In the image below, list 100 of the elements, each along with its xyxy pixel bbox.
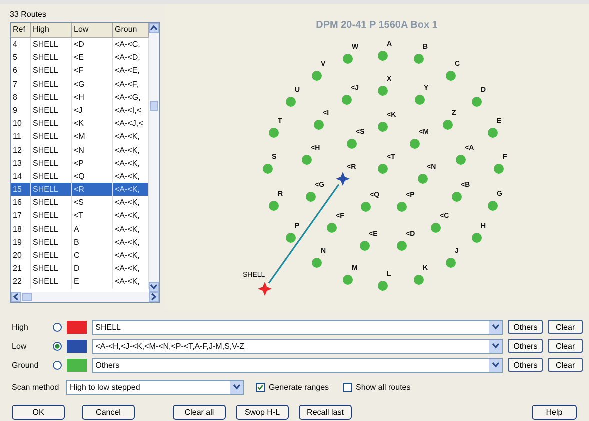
- color-swatch[interactable]: [66, 358, 87, 372]
- radio-button[interactable]: [52, 342, 62, 350]
- caret-icon: [150, 25, 158, 31]
- pin-dot[interactable]: [414, 275, 424, 285]
- pin-marker[interactable]: [257, 281, 273, 297]
- pin-dot[interactable]: [378, 164, 388, 174]
- pin-select-dropdown[interactable]: Others: [92, 358, 504, 372]
- table-cell: <M: [72, 130, 113, 144]
- scan-method-dropdown[interactable]: High to low stepped: [66, 380, 244, 394]
- pin-dot[interactable]: [306, 192, 316, 202]
- pin-dot[interactable]: [446, 258, 456, 268]
- pin-dot[interactable]: [286, 97, 296, 107]
- dropdown-value: Others: [94, 360, 121, 370]
- scroll-thumb[interactable]: [22, 293, 32, 301]
- table-cell: B: [72, 236, 113, 249]
- table-cell: <J: [72, 104, 113, 118]
- pin-dot[interactable]: [378, 51, 388, 61]
- pin-dot[interactable]: [343, 54, 353, 64]
- dropdown-button[interactable]: [489, 340, 502, 352]
- pin-dot[interactable]: [397, 202, 407, 212]
- pin-dot[interactable]: [494, 164, 504, 174]
- pin-dot[interactable]: [343, 275, 353, 285]
- table-cell: SHELL: [31, 262, 72, 276]
- pin-dot[interactable]: [286, 233, 296, 243]
- pin-dot[interactable]: [488, 201, 498, 211]
- pin-dot[interactable]: [418, 174, 428, 184]
- table-cell: SHELL: [31, 104, 72, 118]
- radio-button[interactable]: [52, 360, 62, 370]
- clear-all-button[interactable]: Clear all: [173, 405, 226, 420]
- checkbox[interactable]: [343, 382, 352, 392]
- pin-dot[interactable]: [269, 201, 279, 211]
- pin-dot[interactable]: [378, 86, 388, 96]
- pin-dot[interactable]: [446, 71, 456, 81]
- table-cell: 4: [11, 38, 31, 52]
- pin-dot[interactable]: [312, 258, 322, 268]
- small-button[interactable]: Others: [508, 339, 544, 353]
- pin-dot[interactable]: [410, 139, 420, 149]
- color-swatch[interactable]: [66, 320, 87, 334]
- column-header[interactable]: Ref: [11, 23, 31, 37]
- small-button[interactable]: Clear: [548, 358, 583, 372]
- table-cell: 5: [11, 51, 31, 64]
- cancel-button[interactable]: Cancel: [82, 405, 135, 420]
- vertical-scrollbar[interactable]: [149, 23, 159, 292]
- dropdown-button[interactable]: [230, 380, 243, 394]
- pin-dot[interactable]: [452, 192, 462, 202]
- caret-icon: [492, 343, 500, 349]
- pin-select-dropdown[interactable]: SHELL: [92, 320, 504, 334]
- table-cell: 22: [11, 275, 31, 289]
- pin-dot[interactable]: [397, 241, 407, 251]
- small-button[interactable]: Clear: [548, 339, 583, 353]
- pin-dot[interactable]: [360, 241, 370, 251]
- small-button[interactable]: Others: [508, 320, 544, 334]
- swap-button[interactable]: Swop H-L: [236, 405, 289, 420]
- horizontal-scrollbar[interactable]: [11, 292, 159, 302]
- pin-dot[interactable]: [443, 120, 453, 130]
- dropdown-button[interactable]: [489, 320, 502, 334]
- table-cell: 19: [11, 236, 31, 249]
- scroll-thumb[interactable]: [150, 101, 158, 111]
- selected-row[interactable]: 15 SHELL <R <A-<K,: [11, 183, 149, 196]
- radio-button[interactable]: [52, 322, 62, 332]
- dropdown-button[interactable]: [489, 358, 502, 372]
- color-swatch[interactable]: [66, 340, 87, 352]
- pin-dot[interactable]: [378, 281, 388, 291]
- pin-marker[interactable]: [335, 171, 351, 187]
- scroll-right-button[interactable]: [149, 292, 159, 302]
- pin-dot[interactable]: [472, 233, 482, 243]
- column-header[interactable]: Low: [72, 23, 113, 37]
- pin-dot[interactable]: [302, 155, 312, 165]
- pin-dot[interactable]: [378, 122, 388, 132]
- pin-dot[interactable]: [342, 95, 352, 105]
- column-header[interactable]: High: [31, 23, 72, 37]
- small-button[interactable]: Clear: [548, 320, 583, 334]
- pin-dot[interactable]: [347, 139, 357, 149]
- small-button[interactable]: Others: [508, 358, 544, 372]
- pin-dot[interactable]: [488, 128, 498, 138]
- scroll-up-button[interactable]: [149, 23, 159, 33]
- pin-dot[interactable]: [431, 223, 441, 233]
- pin-dot[interactable]: [361, 202, 371, 212]
- pin-dot[interactable]: [312, 71, 322, 81]
- pin-dot[interactable]: [415, 95, 425, 105]
- table-cell: SHELL: [31, 222, 72, 236]
- table-cell: <S: [72, 196, 113, 210]
- pin-dot[interactable]: [314, 120, 324, 130]
- help-button[interactable]: Help: [532, 405, 577, 420]
- diagram-title: DPM 20-41 P 1560A Box 1: [315, 20, 439, 31]
- table-cell: <E: [72, 51, 113, 64]
- checkbox[interactable]: [256, 382, 265, 392]
- scroll-down-button[interactable]: [149, 282, 159, 292]
- table-cell: A: [72, 222, 113, 236]
- recall-button[interactable]: Recall last: [299, 405, 352, 420]
- pin-dot[interactable]: [472, 97, 482, 107]
- pin-dot[interactable]: [263, 164, 273, 174]
- pin-dot[interactable]: [414, 54, 424, 64]
- pin-dot[interactable]: [269, 128, 279, 138]
- pin-select-dropdown[interactable]: <A-<H,<J-<K,<M-<N,<P-<T,A-F,J-M,S,V-Z: [92, 338, 504, 354]
- table-cell: <P: [72, 156, 113, 170]
- ok-button[interactable]: OK: [12, 405, 65, 420]
- pin-dot[interactable]: [327, 223, 337, 233]
- scroll-left-button[interactable]: [11, 292, 21, 302]
- pin-dot[interactable]: [456, 155, 466, 165]
